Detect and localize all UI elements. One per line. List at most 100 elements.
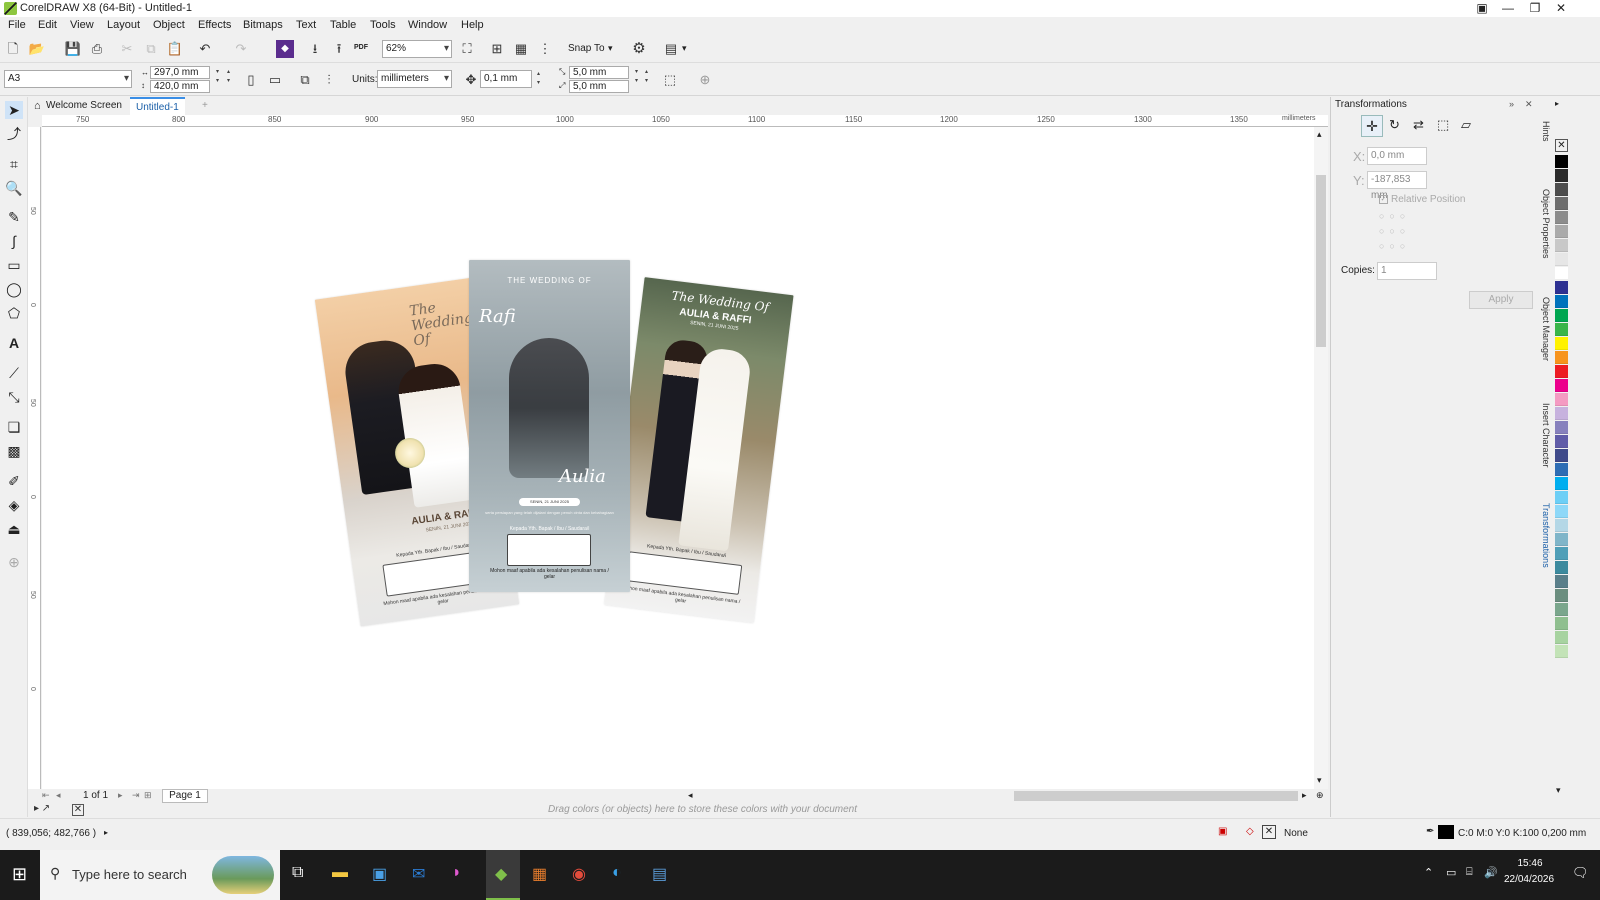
outlook-icon[interactable]: ✉ [412, 864, 425, 884]
rotate-tab-icon[interactable]: ↻ [1389, 117, 1400, 133]
color-swatch[interactable] [1555, 225, 1568, 238]
tray-device-icon[interactable]: ▭ [1446, 866, 1456, 879]
drawing-canvas[interactable]: The Wedding Of AULIA & RAFFI SENIN, 21 J… [42, 127, 1314, 789]
color-swatch[interactable] [1555, 505, 1568, 518]
position-tab-icon[interactable]: ✛ [1361, 115, 1383, 137]
color-swatch[interactable] [1555, 253, 1568, 266]
interactive-fill-icon[interactable]: ◈ [5, 496, 23, 514]
color-swatch[interactable] [1555, 351, 1568, 364]
scroll-down-icon[interactable]: ▾ [1317, 775, 1322, 786]
page-dims-stepper[interactable]: ▴ ▾ [224, 68, 233, 86]
ellipse-tool-icon[interactable]: ◯ [5, 280, 23, 298]
coreldraw-taskbar-icon[interactable]: ◆ [486, 850, 520, 900]
color-proof-icon[interactable]: ▣ [1218, 826, 1227, 837]
color-swatch[interactable] [1555, 421, 1568, 434]
color-swatch[interactable] [1555, 407, 1568, 420]
invitation-card-middle[interactable]: THE WEDDING OF Rafi Aulia SENIN, 21 JUNI… [469, 260, 630, 592]
file-explorer-icon[interactable]: ▬ [332, 864, 348, 882]
palette-scroll-up-icon[interactable]: ▸ [1555, 99, 1559, 108]
vertical-scrollbar[interactable]: ▴ ▾ [1314, 127, 1328, 789]
menu-view[interactable]: View [70, 19, 94, 31]
new-tab-plus-icon[interactable]: + [196, 97, 214, 115]
units-select[interactable]: millimeters [377, 70, 452, 88]
color-swatch[interactable] [1555, 197, 1568, 210]
color-swatch[interactable] [1555, 337, 1568, 350]
quick-customize-icon[interactable]: ⊕ [696, 71, 714, 89]
crop-tool-icon[interactable]: ⌗ [5, 155, 23, 173]
add-tool-icon[interactable]: ⊕ [5, 553, 23, 571]
color-swatch[interactable] [1555, 477, 1568, 490]
page-height-input[interactable]: 420,0 mm [150, 80, 210, 93]
scroll-up-icon[interactable]: ▴ [1317, 129, 1322, 140]
tab-object-properties[interactable]: Object Properties [1539, 189, 1551, 259]
pick-tool-icon[interactable]: ➤ [5, 101, 23, 119]
vertical-scroll-thumb[interactable] [1316, 175, 1326, 347]
color-swatch[interactable] [1555, 169, 1568, 182]
menu-effects[interactable]: Effects [198, 19, 231, 31]
page-size-select[interactable]: A3 [4, 70, 132, 88]
palette-scroll-down-icon[interactable]: ▾ [1556, 785, 1561, 796]
scale-mirror-tab-icon[interactable]: ⇄ [1413, 117, 1424, 133]
drop-shadow-icon[interactable]: ❏ [5, 418, 23, 436]
document-palette[interactable]: ▸ ↗ ✕ Drag colors (or objects) here to s… [28, 803, 1328, 817]
no-color-swatch-icon[interactable]: ✕ [1555, 139, 1568, 152]
notifications-icon[interactable]: 🗨 [1572, 865, 1589, 881]
new-document-icon[interactable]: 🗋 [4, 40, 22, 58]
snap-to-dropdown[interactable]: Snap To [568, 43, 605, 54]
page-dims-spinner[interactable]: ▾ ▾ [213, 68, 222, 86]
freehand-tool-icon[interactable]: ✎ [5, 208, 23, 226]
current-page-icon[interactable]: ⫶ [320, 71, 338, 89]
clock-date[interactable]: 22/04/2026 [1498, 874, 1560, 885]
next-page-icon[interactable]: ▸ [118, 790, 123, 801]
docker-collapse-icon[interactable]: » [1509, 99, 1514, 109]
apply-button[interactable]: Apply [1469, 291, 1533, 309]
duplicate-spinner[interactable]: ▾ ▾ [632, 68, 641, 86]
color-swatch[interactable] [1555, 575, 1568, 588]
docker-close-icon[interactable]: ✕ [1525, 99, 1533, 110]
full-screen-icon[interactable]: ⛶ [458, 40, 476, 58]
show-guidelines-icon[interactable]: ⋮ [536, 40, 554, 58]
clock-time[interactable]: 15:46 [1504, 858, 1556, 869]
color-swatch[interactable] [1555, 491, 1568, 504]
close-button[interactable]: ✕ [1547, 0, 1575, 17]
color-swatch[interactable] [1555, 449, 1568, 462]
export-icon[interactable]: ⭱ [330, 40, 348, 58]
color-swatch[interactable] [1555, 295, 1568, 308]
copy-icon[interactable]: ⧉ [142, 40, 160, 58]
color-swatch[interactable] [1555, 645, 1568, 658]
last-page-icon[interactable]: ⇥ [132, 790, 140, 801]
duplicate-x-input[interactable]: 5,0 mm [569, 66, 629, 79]
minimize-button[interactable]: — [1494, 0, 1522, 17]
color-swatch[interactable] [1555, 183, 1568, 196]
zoom-navigator-icon[interactable]: ⊕ [1316, 790, 1324, 801]
nudge-distance-input[interactable]: 0,1 mm [480, 70, 532, 88]
anchor-point-grid[interactable]: ○ ○ ○ ○ ○ ○ ○ ○ ○ [1379, 209, 1405, 254]
x-position-input[interactable]: 0,0 mm [1367, 147, 1427, 165]
zoom-tool-icon[interactable]: 🔍 [5, 179, 23, 197]
portrait-icon[interactable]: ▯ [242, 71, 260, 89]
color-swatch[interactable] [1555, 379, 1568, 392]
rectangle-tool-icon[interactable]: ▭ [5, 256, 23, 274]
y-position-input[interactable]: -187,853 mm [1367, 171, 1427, 201]
options-gear-icon[interactable]: ⚙ [630, 40, 648, 58]
palette-arrow-icon[interactable]: ▸ ↗ [34, 803, 50, 814]
save-icon[interactable]: 💾 [64, 40, 82, 58]
winrar-icon[interactable]: ▦ [532, 864, 547, 884]
page-1-tab[interactable]: Page 1 [162, 789, 208, 803]
launcher-chevron-down-icon[interactable]: ▾ [682, 43, 687, 54]
skew-tab-icon[interactable]: ▱ [1461, 117, 1471, 133]
tab-welcome-screen[interactable]: Welcome Screen [40, 97, 128, 115]
tab-insert-character[interactable]: Insert Character [1539, 403, 1551, 468]
start-windows-icon[interactable]: ⊞ [12, 864, 27, 885]
color-swatch[interactable] [1555, 393, 1568, 406]
no-color-swatch-icon[interactable]: ✕ [72, 804, 84, 816]
maximize-button[interactable]: ❐ [1521, 0, 1549, 17]
shape-tool-icon[interactable]: ⤴ [5, 125, 23, 143]
text-tool-icon[interactable]: A [5, 334, 23, 352]
taskbar-search-box[interactable]: ⚲ Type here to search [40, 850, 280, 900]
menu-tools[interactable]: Tools [370, 19, 396, 31]
smart-fill-icon[interactable]: ⏏ [5, 520, 23, 538]
undo-icon[interactable]: ↶ [196, 40, 214, 58]
color-swatch[interactable] [1555, 533, 1568, 546]
publish-pdf-icon[interactable]: PDF [354, 44, 368, 51]
